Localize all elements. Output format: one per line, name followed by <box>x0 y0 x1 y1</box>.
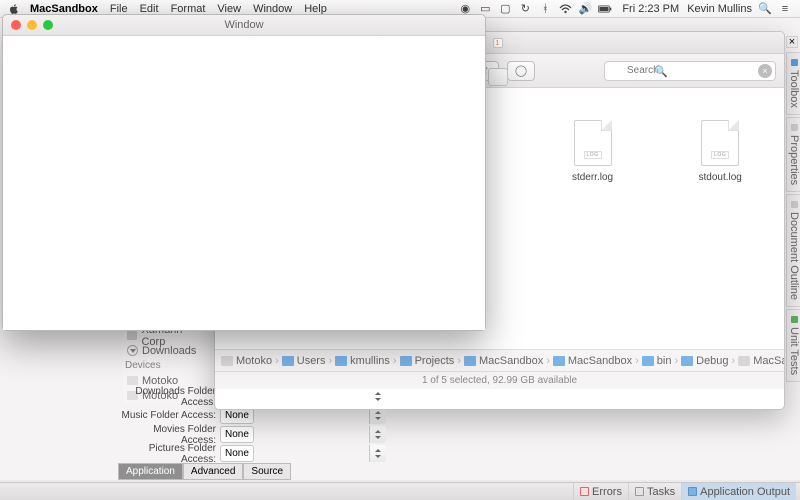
zoom-button[interactable] <box>43 20 53 30</box>
app-titlebar[interactable]: Window <box>3 15 485 36</box>
tasks-icon <box>635 487 644 496</box>
path-crumb[interactable]: Motoko <box>221 355 272 367</box>
status-application-output[interactable]: Application Output <box>681 483 796 500</box>
search-icon: 🔍 <box>654 65 668 78</box>
user-menu[interactable]: Kevin Mullins <box>687 3 752 15</box>
timemachine-icon[interactable]: ↻ <box>518 2 532 16</box>
app-window-title: Window <box>224 19 263 31</box>
file-icon: LOG <box>701 120 739 166</box>
minimize-button[interactable] <box>27 20 37 30</box>
dock-tab-properties[interactable]: Properties <box>786 117 800 192</box>
finder-search: 🔍 × <box>604 61 776 81</box>
file-icon: LOG <box>574 120 612 166</box>
folder-icon <box>335 356 347 366</box>
path-crumb[interactable]: MacSandbox <box>738 355 784 367</box>
notification-center-icon[interactable]: ≡ <box>778 2 792 16</box>
menu-window[interactable]: Window <box>253 3 292 15</box>
dock-tab-document-outline[interactable]: Document Outline <box>786 194 800 307</box>
close-button[interactable] <box>11 20 21 30</box>
apple-logo-icon[interactable] <box>8 3 20 15</box>
app-window-body[interactable] <box>3 36 485 330</box>
file-name: stdout.log <box>699 172 742 183</box>
menu-help[interactable]: Help <box>304 3 327 15</box>
entitlement-row: Movies Folder Access: None <box>118 425 658 444</box>
entitlement-row: Pictures Folder Access: None <box>118 444 658 463</box>
path-crumb[interactable]: MacSandbox <box>464 355 543 367</box>
spotlight-icon[interactable]: 🔍 <box>758 2 772 16</box>
path-crumb[interactable]: Debug <box>681 355 728 367</box>
finder-pathbar: Motoko› Users› kmullins› Projects› MacSa… <box>215 349 784 371</box>
path-crumb[interactable]: kmullins <box>335 355 390 367</box>
menu-view[interactable]: View <box>217 3 241 15</box>
hdd-icon <box>127 376 138 385</box>
app-icon <box>738 356 750 366</box>
tab-application[interactable]: Application <box>118 463 183 480</box>
finder-title: 1 <box>493 37 507 49</box>
output-icon <box>688 487 697 496</box>
folder-icon <box>642 356 654 366</box>
ide-statusbar: Errors Tasks Application Output <box>0 482 800 500</box>
dock-close-icon[interactable]: × <box>786 36 798 48</box>
finder-status: 1 of 5 selected, 92.99 GB available <box>215 371 784 389</box>
downloads-icon <box>127 345 138 356</box>
bluetooth-icon[interactable]: ᚼ <box>538 2 552 16</box>
app-window: Window <box>2 14 486 331</box>
folder-icon <box>127 331 137 340</box>
ide-right-dock: × Toolbox Properties Document Outline Un… <box>786 36 800 384</box>
movies-access-select[interactable]: None <box>220 426 254 443</box>
display-icon[interactable]: ▢ <box>498 2 512 16</box>
tags-button[interactable]: ◯ <box>507 61 535 81</box>
wifi-icon[interactable] <box>558 2 572 16</box>
clock[interactable]: Fri 2:23 PM <box>622 3 679 15</box>
window-controls <box>3 20 53 30</box>
dock-tab-unit-tests[interactable]: Unit Tests <box>786 309 800 382</box>
folder-icon <box>464 356 476 366</box>
menu-format[interactable]: Format <box>171 3 206 15</box>
menu-edit[interactable]: Edit <box>140 3 159 15</box>
tab-source[interactable]: Source <box>243 463 291 480</box>
battery-icon[interactable] <box>598 2 612 16</box>
folder-icon <box>553 356 565 366</box>
file-item[interactable]: LOG stderr.log <box>559 120 627 183</box>
volume-icon[interactable]: 🔊 <box>578 2 592 16</box>
path-crumb[interactable]: bin <box>642 355 672 367</box>
app-name[interactable]: MacSandbox <box>30 3 98 15</box>
status-errors[interactable]: Errors <box>573 483 628 500</box>
search-input[interactable] <box>604 61 776 81</box>
entitlement-label: Music Folder Access: <box>118 410 220 421</box>
pictures-access-select[interactable]: None <box>220 445 254 462</box>
path-crumb[interactable]: MacSandbox <box>553 355 632 367</box>
folder-icon <box>681 356 693 366</box>
file-item[interactable]: LOG stdout.log <box>686 120 754 183</box>
folder-icon <box>282 356 294 366</box>
folder-icon <box>400 356 412 366</box>
tab-advanced[interactable]: Advanced <box>183 463 243 480</box>
sidebar-section-devices: Devices <box>123 358 210 373</box>
file-name: stderr.log <box>572 172 613 183</box>
path-crumb[interactable]: Projects <box>400 355 455 367</box>
entitlement-label: Pictures Folder Access: <box>118 443 220 465</box>
dock-tab-toolbox[interactable]: Toolbox <box>786 52 800 115</box>
menu-file[interactable]: File <box>110 3 128 15</box>
entitlement-mode-tabs: Application Advanced Source <box>118 463 658 480</box>
toolbar-fragment <box>488 68 508 86</box>
errors-icon <box>580 487 589 496</box>
path-crumb[interactable]: Users <box>282 355 326 367</box>
status-tasks[interactable]: Tasks <box>628 483 681 500</box>
entitlement-label: Downloads Folder Access: <box>118 386 220 408</box>
clear-search-button[interactable]: × <box>758 64 772 78</box>
hdd-icon <box>221 356 233 366</box>
